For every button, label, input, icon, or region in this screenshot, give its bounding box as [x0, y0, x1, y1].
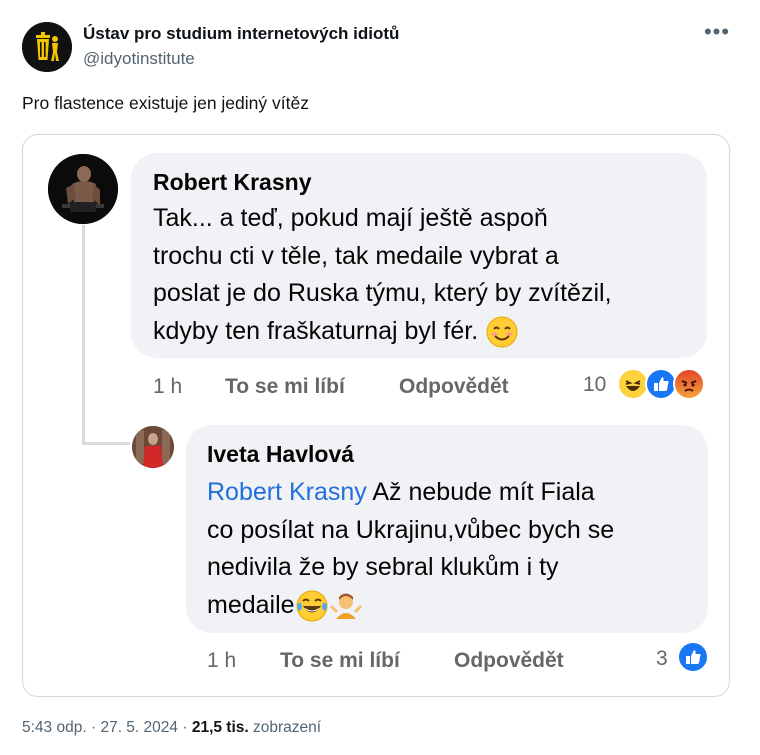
separator: ·	[90, 719, 97, 736]
thread-line	[82, 225, 85, 445]
comment-line: kdyby ten fraškaturnaj byl fér.	[153, 316, 479, 345]
like-button[interactable]: To se mi líbí	[225, 375, 345, 399]
person-shrugging-icon	[329, 593, 362, 619]
comment-line: Až nebude mít Fiala	[372, 478, 595, 506]
author-avatar[interactable]	[22, 22, 72, 72]
person-photo-icon	[132, 426, 174, 468]
reply-button[interactable]: Odpovědět	[399, 375, 509, 399]
attached-image[interactable]: Robert Krasny Tak... a teď, pokud mají j…	[22, 134, 730, 697]
comment-line-first: Robert Krasny Až nebude mít Fiala	[207, 474, 614, 512]
like-button[interactable]: To se mi líbí	[280, 649, 400, 673]
separator: ·	[182, 719, 188, 736]
trash-bin-logo-icon	[22, 22, 72, 72]
tweet: Ústav pro studium internetových idiotů @…	[0, 0, 760, 755]
comment-line: Tak... a teď, pokud mají ještě aspoň	[153, 204, 548, 232]
commenter-avatar[interactable]	[48, 154, 118, 224]
comment-line-last: medaile	[207, 587, 614, 625]
comment-line: poslat je do Ruska týmu, který by zvítěz…	[153, 279, 612, 307]
comment-time[interactable]: 1 h	[207, 649, 236, 673]
comment-line-last: kdyby ten fraškaturnaj byl fér.	[153, 313, 612, 351]
views-label: zobrazení	[253, 719, 322, 736]
tweet-metadata: 5:43 odp. · 27. 5. 2024 · 21,5 tis. zobr…	[22, 719, 321, 737]
angry-icon	[673, 368, 705, 400]
post-time[interactable]: 5:43 odp.	[22, 719, 87, 736]
comment-text: Tak... a teď, pokud mají ještě aspoň tro…	[153, 200, 612, 350]
post-date[interactable]: 27. 5. 2024	[100, 719, 178, 736]
comment-line: medaile	[207, 590, 295, 619]
smiling-face-icon	[486, 316, 518, 348]
tweet-text: Pro flastence existuje jen jediný vítěz	[22, 93, 309, 113]
reply-button[interactable]: Odpovědět	[454, 649, 564, 673]
comment-text: Robert Krasny Až nebude mít Fiala co pos…	[207, 474, 614, 624]
laughing-crying-icon	[296, 590, 328, 622]
reaction-count[interactable]: 3	[656, 647, 668, 671]
view-count: 21,5 tis.	[191, 719, 249, 736]
comment-line: co posílat na Ukrajinu,vůbec bych se	[207, 515, 615, 544]
commenter-name[interactable]: Iveta Havlová	[207, 441, 354, 468]
person-photo-icon	[48, 154, 118, 224]
author-handle[interactable]: @idyotinstitute	[83, 49, 195, 69]
thread-connector	[82, 442, 130, 445]
like-icon	[677, 641, 709, 673]
more-options-button[interactable]: •••	[700, 21, 734, 46]
author-name[interactable]: Ústav pro studium internetových idiotů	[83, 24, 399, 44]
mention-link[interactable]: Robert Krasny	[207, 478, 367, 506]
comment-line: trochu cti v těle, tak medaile vybrat a	[153, 241, 559, 270]
comment-line: nedivila že by sebral klukům i ty	[207, 553, 559, 581]
reaction-count[interactable]: 10	[583, 373, 606, 397]
commenter-name[interactable]: Robert Krasny	[153, 169, 311, 196]
commenter-avatar[interactable]	[132, 426, 174, 468]
comment-time[interactable]: 1 h	[153, 375, 182, 399]
